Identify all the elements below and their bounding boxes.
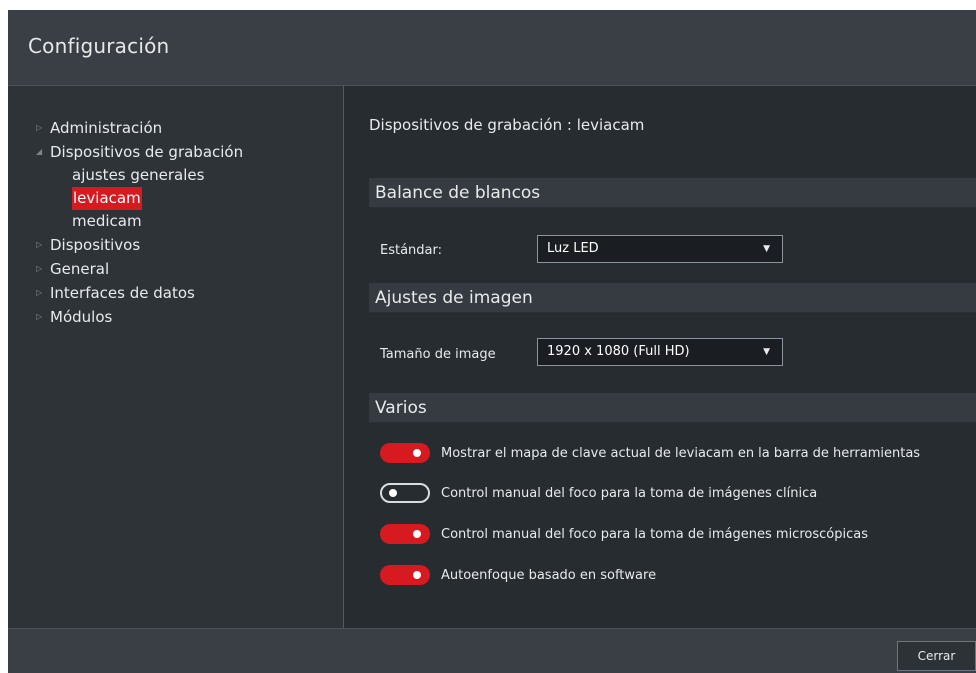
white-balance-value: Luz LED [547, 241, 599, 256]
tree-item-label: Interfaces de datos [50, 284, 195, 302]
tree-item-administracion[interactable]: ▷ Administración [36, 116, 243, 140]
settings-window: Configuración ▷ Administración ◢ Disposi… [8, 10, 976, 673]
content-area: ▷ Administración ◢ Dispositivos de graba… [8, 86, 976, 628]
image-size-label: Tamaño de image [380, 347, 496, 362]
footer-bar: Cerrar [8, 628, 976, 673]
image-size-value: 1920 x 1080 (Full HD) [547, 344, 690, 359]
tree-item-label: Módulos [50, 308, 113, 326]
tree-item-modulos[interactable]: ▷ Módulos [36, 305, 243, 329]
tree-item-leviacam[interactable]: leviacam [36, 187, 243, 210]
toggle-show-key-map[interactable] [380, 443, 430, 463]
toggle-knob [413, 571, 421, 579]
page-title: Dispositivos de grabación : leviacam [369, 116, 645, 134]
toggle-label: Mostrar el mapa de clave actual de levia… [441, 445, 921, 461]
tree-item-general[interactable]: ▷ General [36, 257, 243, 281]
standard-label: Estándar: [380, 243, 443, 258]
tree-item-label: Administración [50, 119, 163, 137]
toggle-knob [389, 489, 397, 497]
tree-item-dispositivos[interactable]: ▷ Dispositivos [36, 233, 243, 257]
tree-item-label: medicam [72, 212, 142, 230]
white-balance-select[interactable]: Luz LED ▼ [537, 235, 783, 263]
toggle-knob [413, 530, 421, 538]
tree-item-ajustes-generales[interactable]: ajustes generales [36, 164, 243, 187]
tree-item-label: ajustes generales [72, 166, 205, 184]
settings-tree: ▷ Administración ◢ Dispositivos de graba… [36, 116, 243, 329]
image-size-select[interactable]: 1920 x 1080 (Full HD) ▼ [537, 338, 783, 366]
tree-item-label: leviacam [72, 187, 142, 210]
tree-item-dispositivos-de-grabacion[interactable]: ◢ Dispositivos de grabación [36, 140, 243, 164]
toggle-row-show-key-map: Mostrar el mapa de clave actual de levia… [380, 442, 920, 464]
settings-detail-panel: Dispositivos de grabación : leviacam Bal… [344, 86, 976, 628]
toggle-manual-focus-clinical[interactable] [380, 483, 430, 503]
caret-down-icon: ▼ [763, 244, 770, 254]
tree-item-interfaces-de-datos[interactable]: ▷ Interfaces de datos [36, 281, 243, 305]
section-header-white-balance: Balance de blancos [369, 178, 976, 208]
toggle-label: Autoenfoque basado en software [441, 567, 657, 583]
toggle-row-software-autofocus: Autoenfoque basado en software [380, 564, 656, 586]
collapse-arrow-icon[interactable]: ◢ [36, 140, 50, 164]
title-bar: Configuración [8, 10, 976, 86]
close-button[interactable]: Cerrar [897, 641, 976, 671]
toggle-label: Control manual del foco para la toma de … [441, 485, 818, 501]
toggle-software-autofocus[interactable] [380, 565, 430, 585]
expand-arrow-icon[interactable]: ▷ [36, 305, 50, 329]
tree-item-label: Dispositivos de grabación [50, 143, 244, 161]
tree-item-medicam[interactable]: medicam [36, 210, 243, 233]
section-header-misc: Varios [369, 393, 976, 423]
tree-item-label: General [50, 260, 110, 278]
window-title: Configuración [28, 34, 170, 58]
toggle-row-manual-focus-clinical: Control manual del foco para la toma de … [380, 482, 817, 504]
caret-down-icon: ▼ [763, 347, 770, 357]
toggle-row-manual-focus-microscopic: Control manual del foco para la toma de … [380, 523, 868, 545]
tree-item-label: Dispositivos [50, 236, 141, 254]
expand-arrow-icon[interactable]: ▷ [36, 257, 50, 281]
section-header-image-settings: Ajustes de imagen [369, 283, 976, 313]
toggle-label: Control manual del foco para la toma de … [441, 526, 868, 542]
expand-arrow-icon[interactable]: ▷ [36, 281, 50, 305]
toggle-manual-focus-microscopic[interactable] [380, 524, 430, 544]
expand-arrow-icon[interactable]: ▷ [36, 116, 50, 140]
settings-tree-panel: ▷ Administración ◢ Dispositivos de graba… [8, 86, 344, 628]
expand-arrow-icon[interactable]: ▷ [36, 233, 50, 257]
toggle-knob [413, 449, 421, 457]
